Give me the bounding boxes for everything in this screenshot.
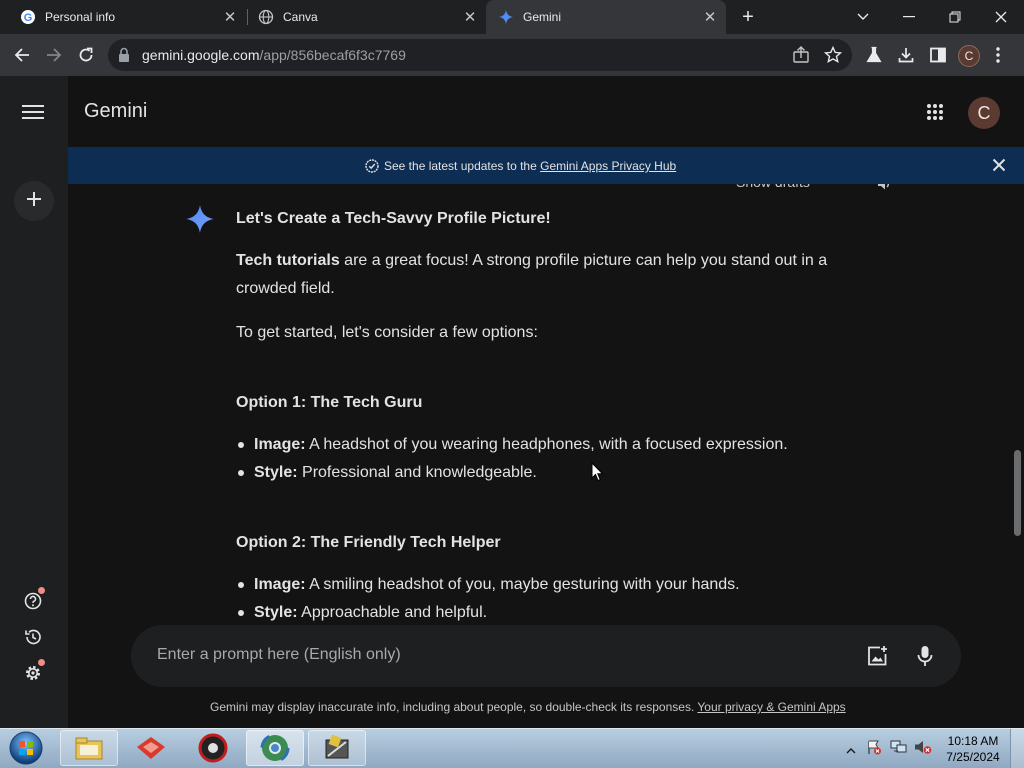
browser-tab-strip: G Personal info ✕ Canva ✕ Gemini ✕ + [0,0,1024,34]
app-title[interactable]: Gemini [84,100,147,123]
list-item: Image: A smiling headshot of you, maybe … [254,576,740,593]
close-icon[interactable]: ✕ [700,7,720,27]
network-icon[interactable] [890,739,908,760]
banner-text: See the latest updates to the Gemini App… [384,159,677,173]
app-taskbar-icon[interactable] [122,730,180,766]
gemini-sparkle-icon [498,9,514,25]
clock-date: 7/25/2024 [946,750,1000,764]
tab-personal-info[interactable]: G Personal info ✕ [0,0,246,34]
menu-icon[interactable] [22,103,44,126]
tab-label: Gemini [523,10,562,24]
volume-muted-icon[interactable] [914,739,932,760]
close-icon[interactable]: ✕ [220,7,240,27]
system-clock[interactable]: 10:18 AM 7/25/2024 [944,733,1002,765]
action-center-flag-icon[interactable] [866,739,882,760]
tab-canva[interactable]: Canva ✕ [238,0,486,34]
start-button[interactable] [6,729,46,767]
list-item: Style: Professional and knowledgeable. [254,464,537,481]
close-banner-icon[interactable] [992,158,1006,177]
response-lead: To get started, let's consider a few opt… [236,324,538,341]
restore-button[interactable] [932,0,978,34]
tab-label: Personal info [45,10,116,24]
tab-search-icon[interactable] [840,0,886,34]
minimize-button[interactable] [886,0,932,34]
chrome-taskbar-icon[interactable] [246,730,304,766]
clock-time: 10:18 AM [947,734,999,748]
close-icon[interactable]: ✕ [460,7,480,27]
download-icon[interactable] [897,46,915,69]
option-heading: Option 1: The Tech Guru [236,394,423,411]
new-tab-button[interactable]: + [736,5,760,29]
microphone-icon[interactable] [916,645,934,672]
bullet-dot [238,442,244,448]
response-heading: Let's Create a Tech-Savvy Profile Pictur… [236,210,551,227]
notification-dot [38,659,45,666]
disclaimer-text: Gemini may display inaccurate info, incl… [210,700,846,714]
upload-image-icon[interactable] [866,645,888,672]
show-desktop-button[interactable] [1010,729,1024,768]
account-avatar[interactable]: C [968,97,1000,129]
globe-icon [258,9,274,25]
activity-history-icon[interactable] [24,628,42,651]
scrollbar-thumb[interactable] [1014,450,1021,536]
reload-button[interactable] [70,39,102,71]
prompt-placeholder[interactable]: Enter a prompt here (English only) [157,646,401,664]
response-paragraph: Tech tutorials are a great focus! A stro… [236,252,828,269]
privacy-hub-link[interactable]: Gemini Apps Privacy Hub [540,159,676,173]
bullet-dot [238,582,244,588]
tab-label: Canva [283,10,318,24]
side-panel-icon[interactable] [929,46,947,69]
labs-flask-icon[interactable] [865,46,883,69]
list-item: Image: A headshot of you wearing headpho… [254,436,788,453]
new-chat-button[interactable] [14,181,54,221]
settings-gear-icon[interactable] [24,664,42,687]
tab-gemini[interactable]: Gemini ✕ [486,0,726,34]
share-icon[interactable] [792,46,810,69]
bullet-dot [238,610,244,616]
verified-check-icon [365,159,379,178]
privacy-link[interactable]: Your privacy & Gemini Apps [697,700,845,714]
apps-grid-icon[interactable] [926,103,944,126]
svg-text:G: G [24,12,33,24]
option-heading: Option 2: The Friendly Tech Helper [236,534,501,551]
list-item: Style: Approachable and helpful. [254,604,488,621]
plus-icon [26,191,42,212]
bookmark-star-icon[interactable] [823,45,843,69]
close-window-button[interactable] [978,0,1024,34]
bullet-dot [238,470,244,476]
notification-dot [38,587,45,594]
tool-taskbar-icon[interactable] [308,730,366,766]
mouse-cursor-icon [591,461,604,487]
lock-icon[interactable] [118,47,130,68]
show-hidden-icons-icon[interactable] [846,742,856,760]
response-paragraph-cont: crowded field. [236,280,335,297]
back-button[interactable] [6,39,38,71]
media-player-taskbar-icon[interactable] [184,730,242,766]
file-explorer-taskbar-icon[interactable] [60,730,118,766]
gemini-sparkle-icon [186,205,214,238]
url-text: gemini.google.com/app/856becaf6f3c7769 [142,47,406,63]
forward-button[interactable] [38,39,70,71]
more-menu-icon[interactable] [995,46,1001,69]
profile-avatar[interactable]: C [958,45,980,67]
help-icon[interactable] [24,592,42,615]
google-icon: G [20,9,36,25]
